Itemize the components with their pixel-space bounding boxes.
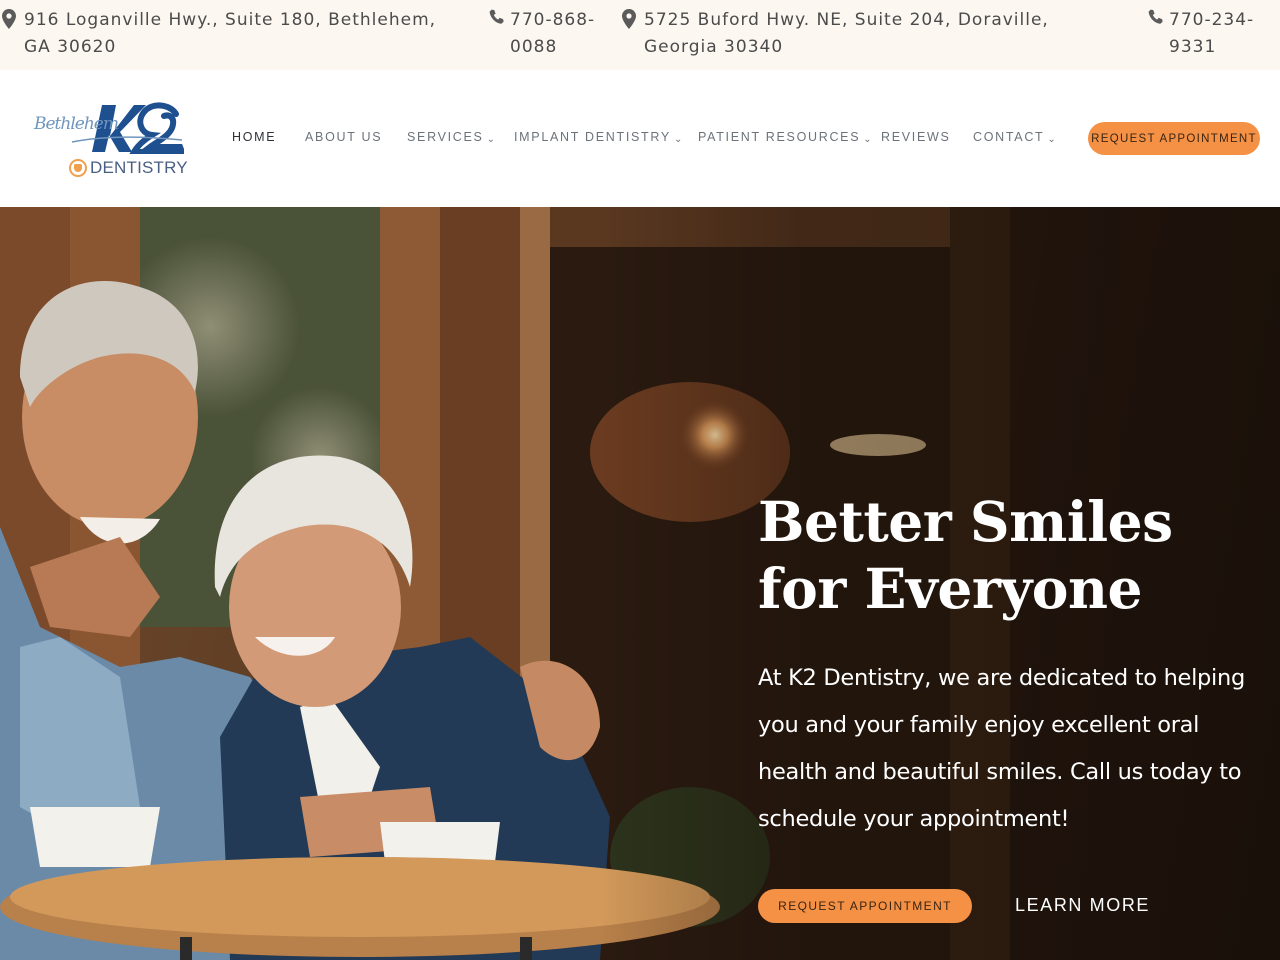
learn-more-link[interactable]: LEARN MORE bbox=[1015, 895, 1150, 916]
chevron-down-icon: ⌄ bbox=[673, 134, 685, 145]
main-nav: HOME ABOUT US SERVICES ⌄ IMPLANT DENTISTR… bbox=[0, 70, 1280, 207]
hero-section: Better Smiles for Everyone At K2 Dentist… bbox=[0, 207, 1280, 960]
chevron-down-icon: ⌄ bbox=[1047, 134, 1058, 145]
nav-item-label: REVIEWS bbox=[881, 130, 951, 144]
address-text: 916 Loganville Hwy., Suite 180, Bethlehe… bbox=[24, 10, 437, 57]
nav-item-home[interactable]: HOME bbox=[232, 130, 276, 144]
hero-title-line: Better Smiles bbox=[758, 489, 1173, 554]
address-text: 5725 Buford Hwy. NE, Suite 204, Doravill… bbox=[644, 10, 1049, 57]
nav-item-label: PATIENT RESOURCES bbox=[698, 130, 861, 144]
phone-bethlehem[interactable]: 770-868-0088 bbox=[488, 7, 608, 61]
nav-item-about-us[interactable]: ABOUT US bbox=[305, 130, 382, 144]
hero-title-line: for Everyone bbox=[758, 556, 1142, 621]
phone-doraville[interactable]: 770-234-9331 bbox=[1147, 7, 1267, 61]
request-appointment-button[interactable]: REQUEST APPOINTMENT bbox=[1088, 122, 1260, 155]
phone-text: 770-868-0088 bbox=[510, 10, 596, 57]
address-doraville[interactable]: 5725 Buford Hwy. NE, Suite 204, Doravill… bbox=[622, 7, 1082, 61]
map-pin-icon bbox=[2, 9, 24, 29]
chevron-down-icon: ⌄ bbox=[863, 134, 874, 145]
nav-item-reviews[interactable]: REVIEWS bbox=[881, 130, 951, 144]
nav-item-patient-resources[interactable]: PATIENT RESOURCES ⌄ bbox=[698, 130, 874, 145]
address-bethlehem[interactable]: 916 Loganville Hwy., Suite 180, Bethlehe… bbox=[2, 7, 462, 61]
nav-item-label: SERVICES bbox=[407, 130, 484, 144]
nav-item-label: ABOUT US bbox=[305, 130, 383, 144]
phone-icon bbox=[1147, 9, 1169, 27]
nav-item-label: HOME bbox=[232, 130, 277, 144]
phone-text: 770-234-9331 bbox=[1169, 10, 1255, 57]
hero-description: At K2 Dentistry, we are dedicated to hel… bbox=[758, 665, 1245, 832]
map-pin-icon bbox=[622, 9, 644, 29]
nav-item-label: CONTACT bbox=[973, 130, 1045, 144]
phone-icon bbox=[488, 9, 510, 27]
nav-item-implant-dentistry[interactable]: IMPLANT DENTISTRY ⌄ bbox=[514, 130, 685, 145]
hero-title: Better Smiles for Everyone bbox=[758, 488, 1258, 622]
nav-item-label: IMPLANT DENTISTRY bbox=[514, 130, 671, 144]
site-header: Bethlehem DENTISTRY HOME ABOUT US SERVIC… bbox=[0, 70, 1280, 207]
chevron-down-icon: ⌄ bbox=[486, 134, 497, 145]
top-info-bar: 916 Loganville Hwy., Suite 180, Bethlehe… bbox=[0, 0, 1280, 70]
nav-item-contact[interactable]: CONTACT ⌄ bbox=[973, 130, 1058, 145]
nav-item-services[interactable]: SERVICES ⌄ bbox=[407, 130, 497, 145]
hero-request-appointment-button[interactable]: REQUEST APPOINTMENT bbox=[758, 889, 972, 923]
